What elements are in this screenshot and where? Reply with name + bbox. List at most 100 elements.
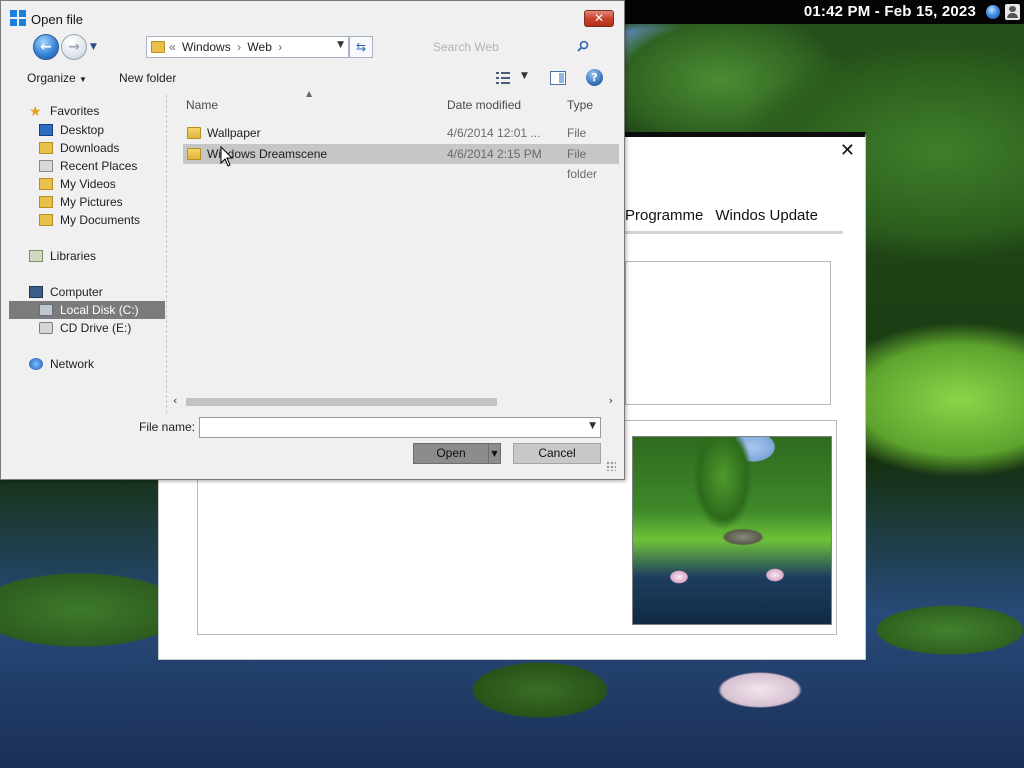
star-icon: ★: [29, 103, 42, 119]
wallpaper-preview-image[interactable]: [632, 436, 832, 625]
breadcrumb-overflow[interactable]: «: [169, 40, 176, 54]
folder-icon: [151, 41, 165, 53]
file-name-input[interactable]: [203, 419, 583, 436]
breadcrumb: « Windows › Web ›: [169, 40, 285, 54]
nav-item-downloads[interactable]: Downloads: [9, 139, 165, 157]
videos-folder-icon: [39, 178, 53, 190]
file-date: 4/6/2014 2:15 PM: [447, 147, 542, 161]
column-header-date-modified[interactable]: Date modified: [447, 98, 521, 112]
help-icon[interactable]: ?: [586, 69, 603, 86]
tab-bar: Programme Windos Update: [625, 207, 818, 224]
close-button[interactable]: ✕: [584, 10, 614, 27]
scroll-right-icon[interactable]: ›: [609, 394, 613, 407]
breadcrumb-windows[interactable]: Windows: [182, 40, 231, 54]
back-arrow-icon: ←: [40, 39, 52, 55]
user-icon[interactable]: [1005, 4, 1020, 20]
open-button[interactable]: Open: [413, 443, 489, 464]
refresh-button[interactable]: ⇆: [349, 36, 373, 58]
nav-item-label: Computer: [50, 285, 103, 299]
scrollbar-thumb[interactable]: [186, 398, 497, 406]
file-row-wallpaper[interactable]: Wallpaper 4/6/2014 12:01 ... File folder: [183, 123, 619, 160]
preview-pane-icon[interactable]: [550, 71, 566, 85]
clock: 01:42 PM - Feb 15, 2023: [803, 3, 976, 20]
search-input[interactable]: [433, 38, 573, 56]
folder-icon: [187, 148, 201, 160]
downloads-icon: [39, 142, 53, 154]
cd-drive-icon: [39, 322, 53, 334]
chevron-down-icon: ▼: [79, 75, 87, 84]
navigation-pane: ★ Favorites Desktop Downloads Recent Pla…: [9, 95, 167, 413]
scroll-left-icon[interactable]: ‹: [173, 394, 177, 407]
nav-item-label: My Documents: [60, 213, 141, 227]
address-dropdown[interactable]: ▼: [337, 40, 344, 50]
folder-icon: [187, 127, 201, 139]
chevron-down-icon[interactable]: ▼: [589, 421, 596, 431]
sort-arrow-icon: ▲: [306, 89, 313, 98]
address-bar[interactable]: « Windows › Web › ▼: [146, 36, 349, 58]
column-header-name[interactable]: Name: [186, 98, 218, 112]
recent-places-icon: [39, 160, 53, 172]
cancel-button[interactable]: Cancel: [513, 443, 601, 464]
nav-item-label: My Videos: [60, 177, 116, 191]
close-icon[interactable]: ✕: [840, 141, 855, 161]
documents-folder-icon: [39, 214, 53, 226]
nav-item-label: Network: [50, 357, 95, 371]
nav-item-network[interactable]: Network: [9, 355, 165, 373]
new-folder-button[interactable]: New folder: [119, 71, 176, 85]
forward-button[interactable]: →: [61, 34, 87, 60]
nav-item-my-documents[interactable]: My Documents: [9, 211, 165, 229]
file-date: 4/6/2014 12:01 ...: [447, 126, 541, 140]
nav-item-favorites[interactable]: ★ Favorites: [9, 102, 165, 120]
file-list: ▲ Name Date modified Type Wallpaper 4/6/…: [171, 89, 619, 393]
file-row-windows-dreamscene[interactable]: Windows Dreamscene 4/6/2014 2:15 PM File…: [183, 144, 619, 181]
breadcrumb-separator[interactable]: ›: [237, 40, 241, 54]
search-icon[interactable]: [577, 40, 589, 52]
nav-item-cd-drive[interactable]: CD Drive (E:): [9, 319, 165, 337]
libraries-icon: [29, 250, 43, 262]
breadcrumb-separator[interactable]: ›: [278, 40, 282, 54]
tab-windows-update[interactable]: Windos Update: [715, 207, 818, 224]
globe-icon[interactable]: [986, 5, 1000, 19]
nav-item-label: CD Drive (E:): [60, 321, 132, 335]
nav-item-label: Recent Places: [60, 159, 138, 173]
column-header-type[interactable]: Type: [567, 98, 593, 112]
dialog-titlebar[interactable]: Open file ✕: [1, 1, 624, 31]
nav-item-label: Favorites: [50, 104, 100, 118]
pictures-folder-icon: [39, 196, 53, 208]
file-name-combobox[interactable]: ▼: [199, 417, 601, 438]
nav-item-my-videos[interactable]: My Videos: [9, 175, 165, 193]
computer-icon: [29, 286, 43, 298]
mouse-cursor-icon: [220, 146, 234, 167]
disk-icon: [39, 304, 53, 316]
views-icon: [496, 72, 510, 84]
nav-item-libraries[interactable]: Libraries: [9, 247, 165, 265]
horizontal-scrollbar[interactable]: ‹ ›: [171, 394, 619, 410]
back-button[interactable]: ←: [33, 34, 59, 60]
desktop-icon: [39, 124, 53, 136]
nav-item-label: Downloads: [60, 141, 120, 155]
breadcrumb-web[interactable]: Web: [247, 40, 271, 54]
nav-item-desktop[interactable]: Desktop: [9, 121, 165, 139]
tab-underline: [621, 231, 843, 234]
nav-item-computer[interactable]: Computer: [9, 283, 165, 301]
command-bar: Organize ▼ New folder ▼ ?: [1, 65, 624, 91]
open-options-dropdown[interactable]: ▼: [488, 443, 501, 464]
chevron-down-icon: ▼: [521, 71, 528, 81]
file-name-label: File name:: [139, 420, 196, 434]
forward-arrow-icon: →: [68, 39, 80, 55]
nav-item-recent-places[interactable]: Recent Places: [9, 157, 165, 175]
nav-item-label: My Pictures: [60, 195, 123, 209]
resize-grip[interactable]: [606, 461, 616, 471]
nav-item-label: Desktop: [60, 123, 105, 137]
file-name: Wallpaper: [207, 126, 261, 140]
nav-item-label: Local Disk (C:): [60, 303, 139, 317]
nav-item-local-disk[interactable]: Local Disk (C:): [9, 301, 165, 319]
organize-label: Organize: [27, 71, 76, 85]
change-view-button[interactable]: ▼: [496, 71, 532, 87]
network-icon: [29, 358, 43, 370]
tab-programme[interactable]: Programme: [625, 207, 703, 224]
recent-locations-dropdown[interactable]: ▼: [90, 42, 97, 52]
search-box[interactable]: [425, 36, 597, 58]
nav-item-my-pictures[interactable]: My Pictures: [9, 193, 165, 211]
organize-button[interactable]: Organize ▼: [27, 71, 87, 85]
